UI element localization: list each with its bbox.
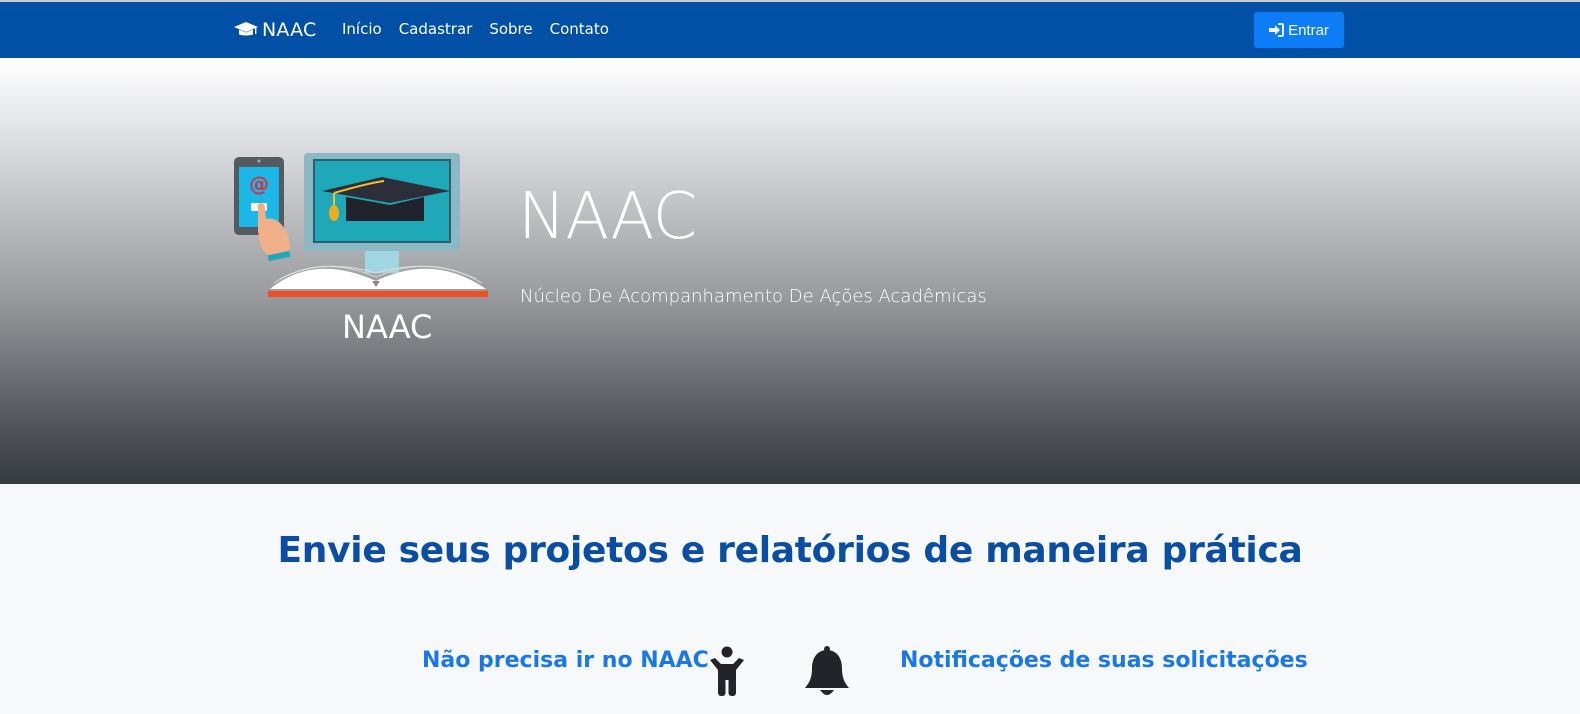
graduation-cap-icon	[234, 22, 258, 36]
svg-text:NAAC: NAAC	[342, 308, 432, 346]
login-label: Entrar	[1288, 21, 1329, 39]
bell-icon	[805, 646, 849, 695]
nav-link-sobre[interactable]: Sobre	[489, 20, 532, 38]
hero-title: NAAC	[518, 180, 697, 254]
brand-text: NAAC	[262, 19, 317, 41]
nav-links: Início Cadastrar Sobre Contato	[342, 20, 626, 38]
navbar: NAAC Início Cadastrar Sobre Contato Entr…	[0, 2, 1580, 58]
feature-no-visit-text: Não precisa ir no NAAC	[422, 648, 709, 673]
hero-section: @ NAAC NAAC Núcleo De Acompanhamento De …	[0, 58, 1580, 484]
naac-logo: @ NAAC	[234, 153, 488, 346]
feature-notifications-text: Notificações de suas solicitações	[900, 648, 1308, 673]
person-icon	[710, 646, 744, 696]
nav-link-contato[interactable]: Contato	[550, 20, 609, 38]
nav-link-cadastrar[interactable]: Cadastrar	[399, 20, 473, 38]
login-button[interactable]: Entrar	[1254, 12, 1344, 48]
brand-link[interactable]: NAAC	[234, 18, 316, 42]
svg-text:@: @	[249, 172, 269, 196]
features-heading: Envie seus projetos e relatórios de mane…	[277, 530, 1303, 571]
hero-subtitle: Núcleo De Acompanhamento De Ações Acadêm…	[520, 286, 987, 307]
sign-in-icon	[1269, 23, 1284, 37]
nav-link-inicio[interactable]: Início	[342, 20, 382, 38]
